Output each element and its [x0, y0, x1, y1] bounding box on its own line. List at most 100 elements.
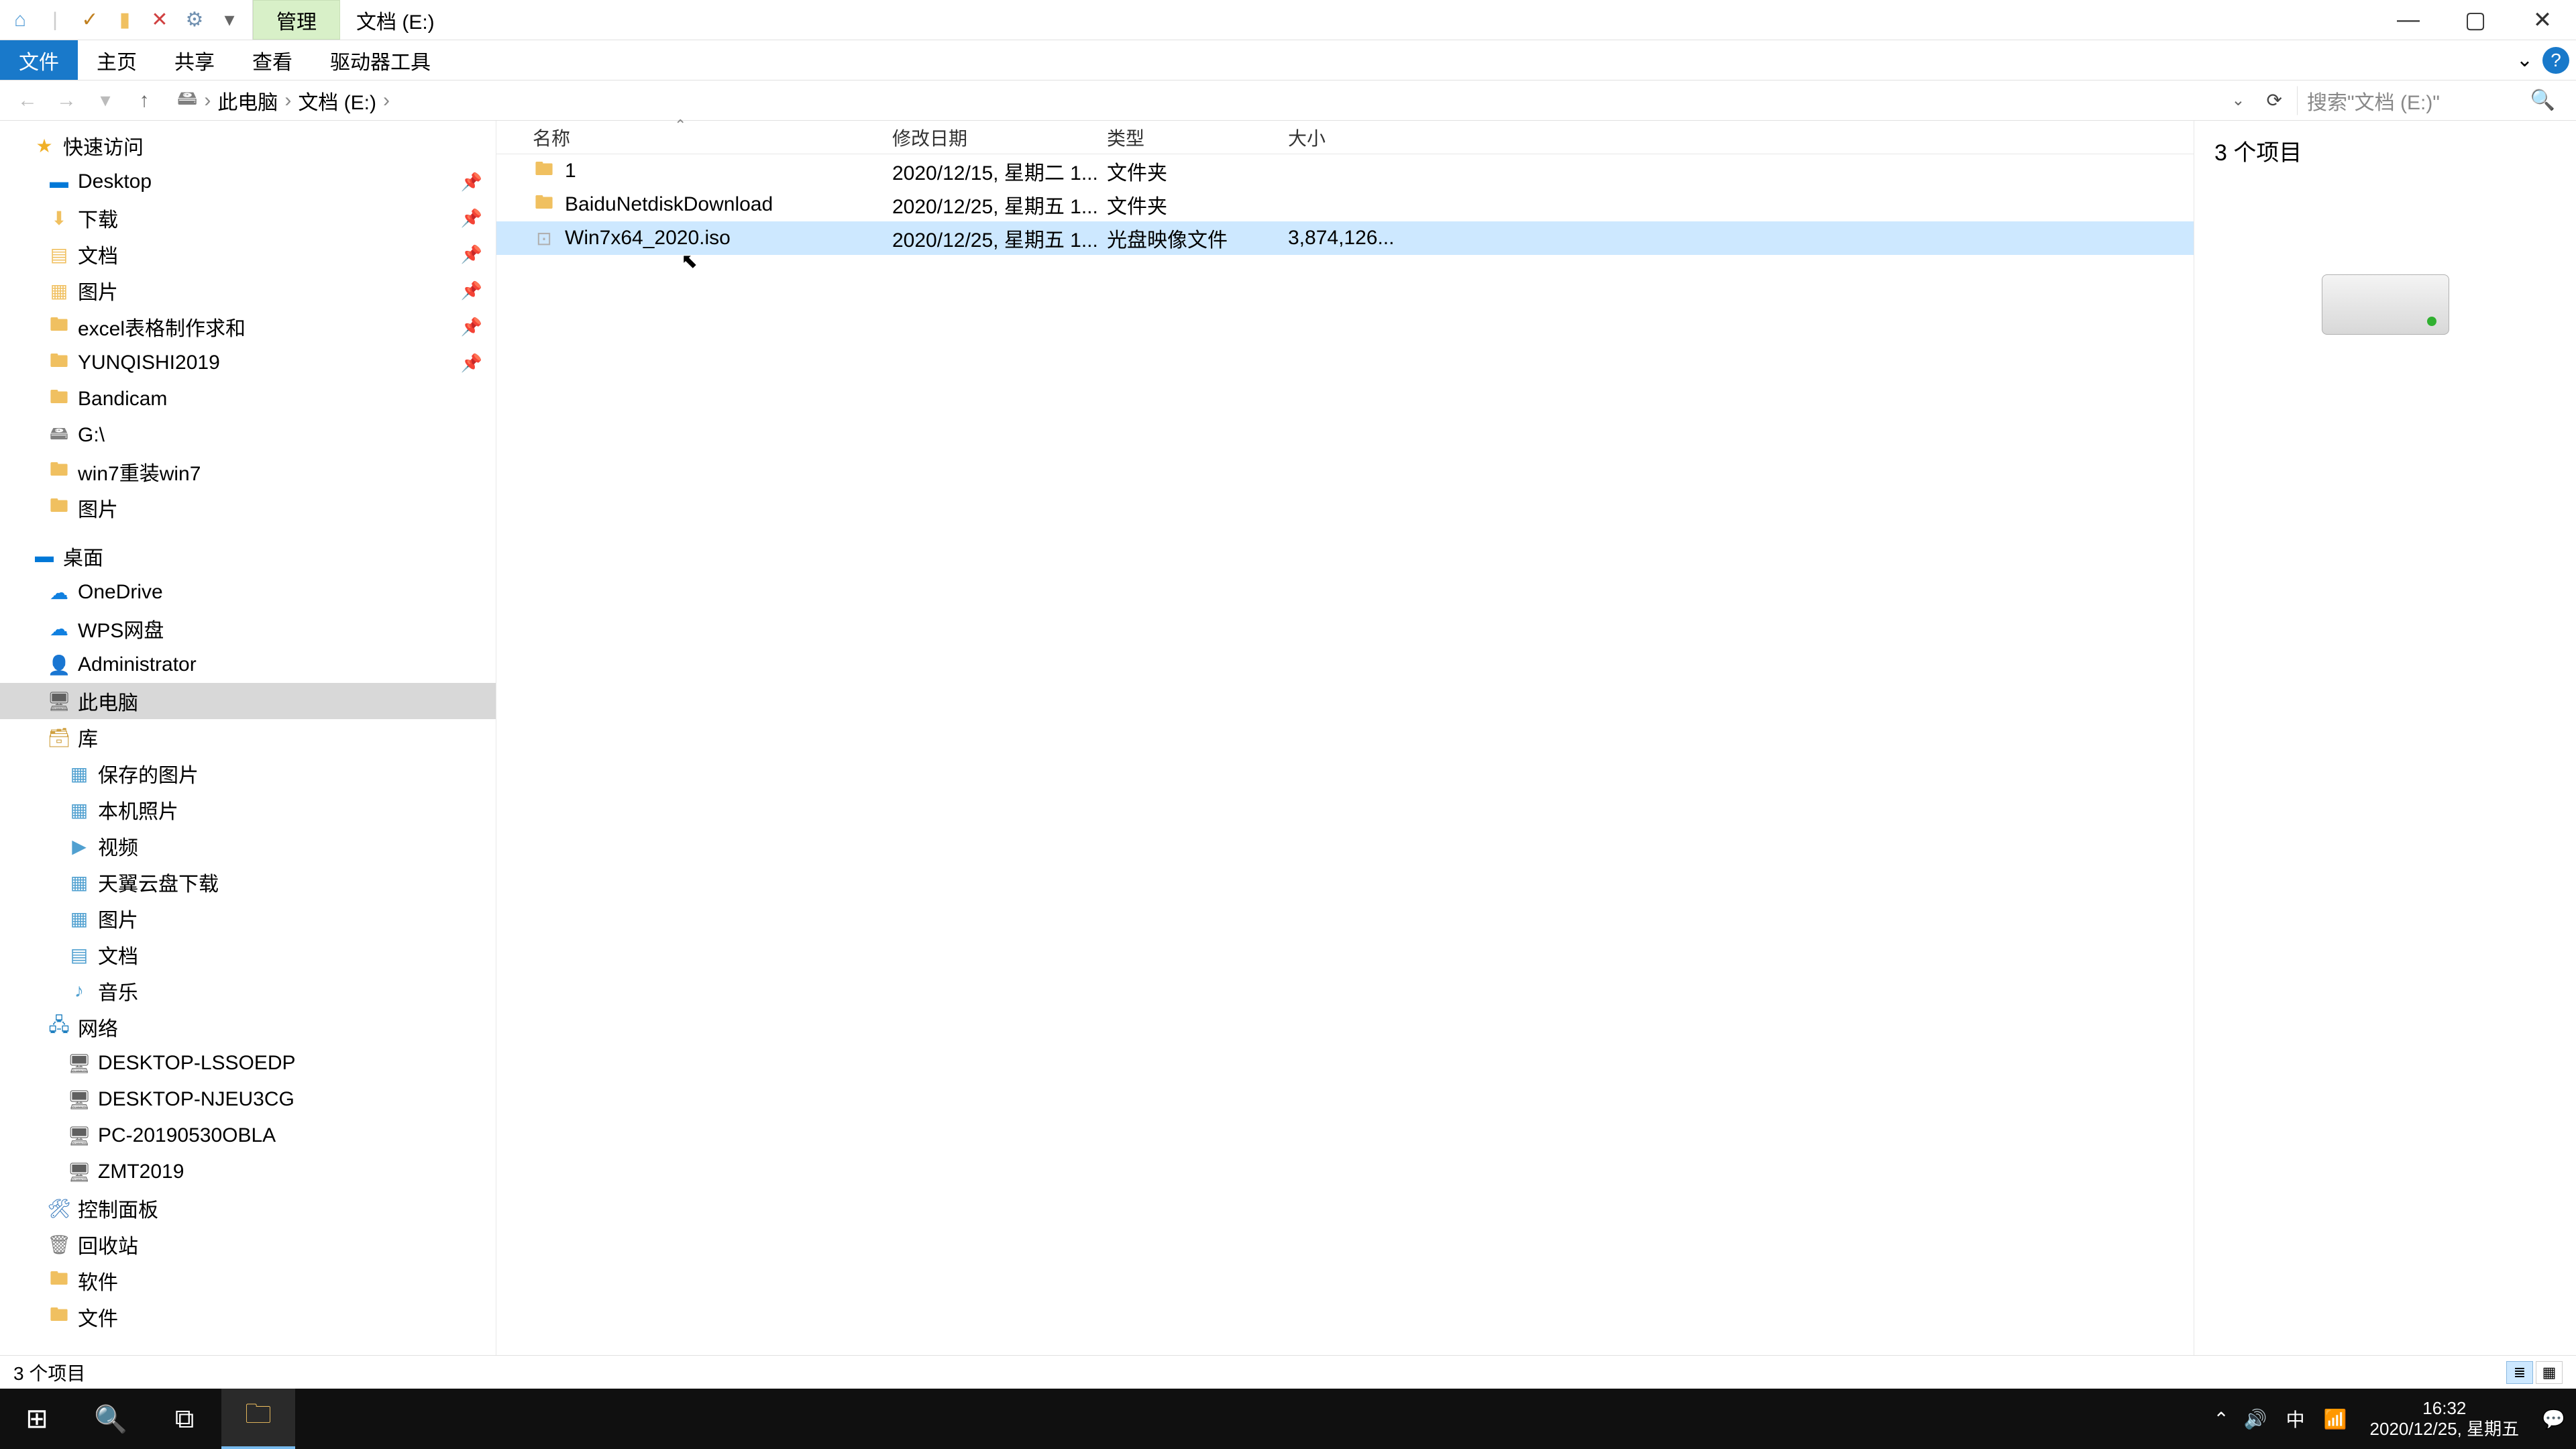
tree-item-desktop[interactable]: ▬Desktop📌 [0, 164, 496, 200]
nav-back-button[interactable]: ← [11, 89, 44, 112]
tree-item-software[interactable]: 🖿软件 [0, 1263, 496, 1299]
context-tab-manage[interactable]: 管理 [253, 0, 340, 40]
pin-icon[interactable]: 📌 [461, 244, 482, 265]
view-icons-button[interactable]: ▦ [2536, 1361, 2563, 1384]
qat-dropdown-icon[interactable]: ▾ [216, 7, 243, 34]
maximize-button[interactable]: ▢ [2442, 0, 2509, 40]
tree-item-downloads[interactable]: ⬇下载📌 [0, 200, 496, 236]
col-type[interactable]: 类型 [1107, 124, 1288, 151]
ribbon-tab-share[interactable]: 共享 [156, 40, 233, 80]
tree-item-admin[interactable]: 👤Administrator [0, 647, 496, 683]
qat-folder-icon[interactable]: ▮ [111, 7, 138, 34]
file-row[interactable]: 🖿BaiduNetdiskDownload2020/12/25, 星期五 1..… [496, 188, 2194, 221]
volume-icon[interactable]: 🔊 [2244, 1408, 2267, 1430]
tree-item-documents[interactable]: ▤文档📌 [0, 236, 496, 272]
taskview-button[interactable]: ⧉ [148, 1389, 221, 1449]
pin-icon[interactable]: 📌 [461, 172, 482, 193]
pin-icon[interactable]: 📌 [461, 208, 482, 229]
tree-item-netpc[interactable]: 🖥DESKTOP-LSSOEDP [0, 1045, 496, 1081]
ribbon-tab-file[interactable]: 文件 [0, 40, 78, 80]
chevron-right-icon[interactable]: › [201, 89, 213, 112]
file-type: 文件夹 [1107, 190, 1288, 219]
chevron-right-icon[interactable]: › [380, 89, 392, 112]
ribbon-tab-home[interactable]: 主页 [78, 40, 156, 80]
tree-label: 此电脑 [78, 686, 138, 716]
refresh-button[interactable]: ⟳ [2257, 89, 2292, 111]
col-name[interactable]: 名称 [496, 124, 892, 151]
taskbar-clock[interactable]: 16:32 2020/12/25, 星期五 [2362, 1398, 2528, 1440]
network-icon[interactable]: 📶 [2324, 1408, 2347, 1430]
close-button[interactable]: ✕ [2509, 0, 2576, 40]
ime-indicator[interactable]: 中 [2282, 1405, 2309, 1432]
tree-item-videos[interactable]: ▶视频 [0, 828, 496, 864]
tray-overflow-icon[interactable]: ⌃ [2213, 1408, 2229, 1430]
minimize-button[interactable]: — [2375, 0, 2442, 40]
tree-item-pictures2[interactable]: 🖿图片 [0, 490, 496, 526]
chevron-right-icon[interactable]: › [282, 89, 294, 112]
qat-gear-icon[interactable]: ⚙ [181, 7, 208, 34]
ribbon-expand-icon[interactable]: ⌄ [2516, 48, 2533, 72]
search-placeholder: 搜索"文档 (E:)" [2307, 86, 2440, 115]
start-button[interactable]: ⊞ [0, 1389, 74, 1449]
tree-item-wps[interactable]: ☁WPS网盘 [0, 610, 496, 647]
tree-item-onedrive[interactable]: ☁OneDrive [0, 574, 496, 610]
nav-forward-button[interactable]: → [50, 89, 83, 112]
view-details-button[interactable]: ≣ [2506, 1361, 2533, 1384]
tree-label: YUNQISHI2019 [78, 352, 220, 374]
tree-label: 桌面 [63, 541, 103, 571]
tree-item-camera-roll[interactable]: ▦本机照片 [0, 792, 496, 828]
tree-item-recycle[interactable]: 🗑回收站 [0, 1226, 496, 1263]
quick-access-toolbar: ⌂ | ✓ ▮ ✕ ⚙ ▾ [0, 0, 253, 40]
tree-desktop-root[interactable]: ▬桌面 [0, 538, 496, 574]
tree-item-network[interactable]: 🖧网络 [0, 1009, 496, 1045]
tree-item-pictures[interactable]: ▦图片📌 [0, 272, 496, 309]
crumb-this-pc[interactable]: 此电脑 [217, 86, 278, 115]
tree-item-bandicam[interactable]: 🖿Bandicam [0, 381, 496, 417]
tree-item-g-drive[interactable]: 🖴G:\ [0, 417, 496, 453]
tree-item-excel[interactable]: 🖿excel表格制作求和📌 [0, 309, 496, 345]
pin-icon[interactable]: 📌 [461, 317, 482, 337]
folder-icon: 🖿 [47, 460, 71, 484]
navigation-pane[interactable]: ★快速访问 ▬Desktop📌 ⬇下载📌 ▤文档📌 ▦图片📌 🖿excel表格制… [0, 121, 496, 1355]
taskbar-explorer[interactable]: 🗀 [221, 1389, 295, 1449]
tree-item-yunqishi[interactable]: 🖿YUNQISHI2019📌 [0, 345, 496, 381]
search-button[interactable]: 🔍 [74, 1389, 148, 1449]
file-row[interactable]: ⊡Win7x64_2020.iso2020/12/25, 星期五 1...光盘映… [496, 221, 2194, 255]
pin-icon[interactable]: 📌 [461, 280, 482, 301]
nav-up-button[interactable]: ↑ [127, 89, 161, 112]
search-icon[interactable]: 🔍 [2530, 89, 2555, 112]
tree-item-control-panel[interactable]: 🛠控制面板 [0, 1190, 496, 1226]
address-dropdown-icon[interactable]: ⌄ [2224, 91, 2251, 110]
qat-check-icon[interactable]: ✓ [76, 7, 103, 34]
crumb-drive-e[interactable]: 文档 (E:) [298, 86, 376, 115]
col-size[interactable]: 大小 [1288, 124, 1402, 151]
file-row[interactable]: 🖿12020/12/15, 星期二 1...文件夹 [496, 154, 2194, 188]
tree-item-saved-pics[interactable]: ▦保存的图片 [0, 755, 496, 792]
pin-icon[interactable]: 📌 [461, 353, 482, 374]
tree-item-lib-pictures[interactable]: ▦图片 [0, 900, 496, 936]
music-icon: ♪ [67, 979, 91, 1003]
ribbon-tab-view[interactable]: 查看 [233, 40, 311, 80]
tree-item-lib-docs[interactable]: ▤文档 [0, 936, 496, 973]
tree-item-tianyi[interactable]: ▦天翼云盘下载 [0, 864, 496, 900]
col-date[interactable]: 修改日期 [892, 124, 1107, 151]
tree-quick-access[interactable]: ★快速访问 [0, 127, 496, 164]
action-center-icon[interactable]: 💬 [2542, 1408, 2565, 1430]
tree-item-netpc[interactable]: 🖥PC-20190530OBLA [0, 1118, 496, 1154]
file-list[interactable]: ⌃ 名称 修改日期 类型 大小 🖿12020/12/15, 星期二 1...文件… [496, 121, 2194, 1355]
qat-close-icon[interactable]: ✕ [146, 7, 173, 34]
downloads-icon: ⬇ [47, 206, 71, 230]
tree-item-netpc[interactable]: 🖥DESKTOP-NJEU3CG [0, 1081, 496, 1118]
tree-item-netpc[interactable]: 🖥ZMT2019 [0, 1154, 496, 1190]
breadcrumb[interactable]: 🖴 › 此电脑 › 文档 (E:) › [166, 83, 2219, 117]
nav-history-dropdown[interactable]: ▾ [89, 89, 122, 112]
tree-item-files[interactable]: 🖿文件 [0, 1299, 496, 1335]
ribbon-tab-drivetools[interactable]: 驱动器工具 [311, 40, 449, 80]
tree-item-this-pc[interactable]: 🖥此电脑 [0, 683, 496, 719]
tree-item-libraries[interactable]: 🗃库 [0, 719, 496, 755]
tree-item-win7[interactable]: 🖿win7重装win7 [0, 453, 496, 490]
search-input[interactable]: 搜索"文档 (E:)" 🔍 [2297, 86, 2565, 115]
tree-item-music[interactable]: ♪音乐 [0, 973, 496, 1009]
title-bar: ⌂ | ✓ ▮ ✕ ⚙ ▾ 管理 文档 (E:) — ▢ ✕ [0, 0, 2576, 40]
help-icon[interactable]: ? [2542, 47, 2569, 74]
